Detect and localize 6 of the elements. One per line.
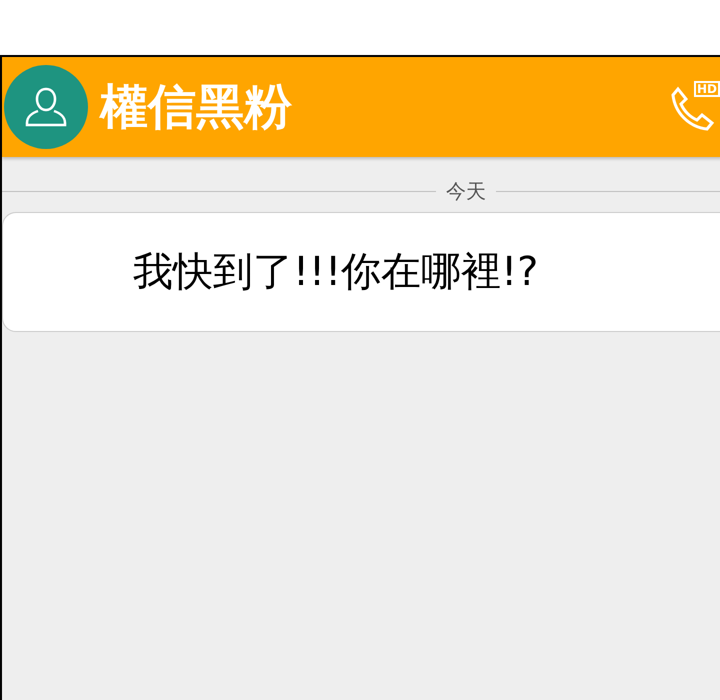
hd-call-button[interactable]: HD [668, 81, 720, 133]
person-icon [24, 85, 68, 129]
hd-badge: HD [694, 81, 720, 97]
contact-name: 權信黑粉 [100, 83, 292, 131]
date-divider: 今天 [445, 181, 487, 201]
message-text: 我快到了!!!你在哪裡!? [133, 252, 538, 292]
